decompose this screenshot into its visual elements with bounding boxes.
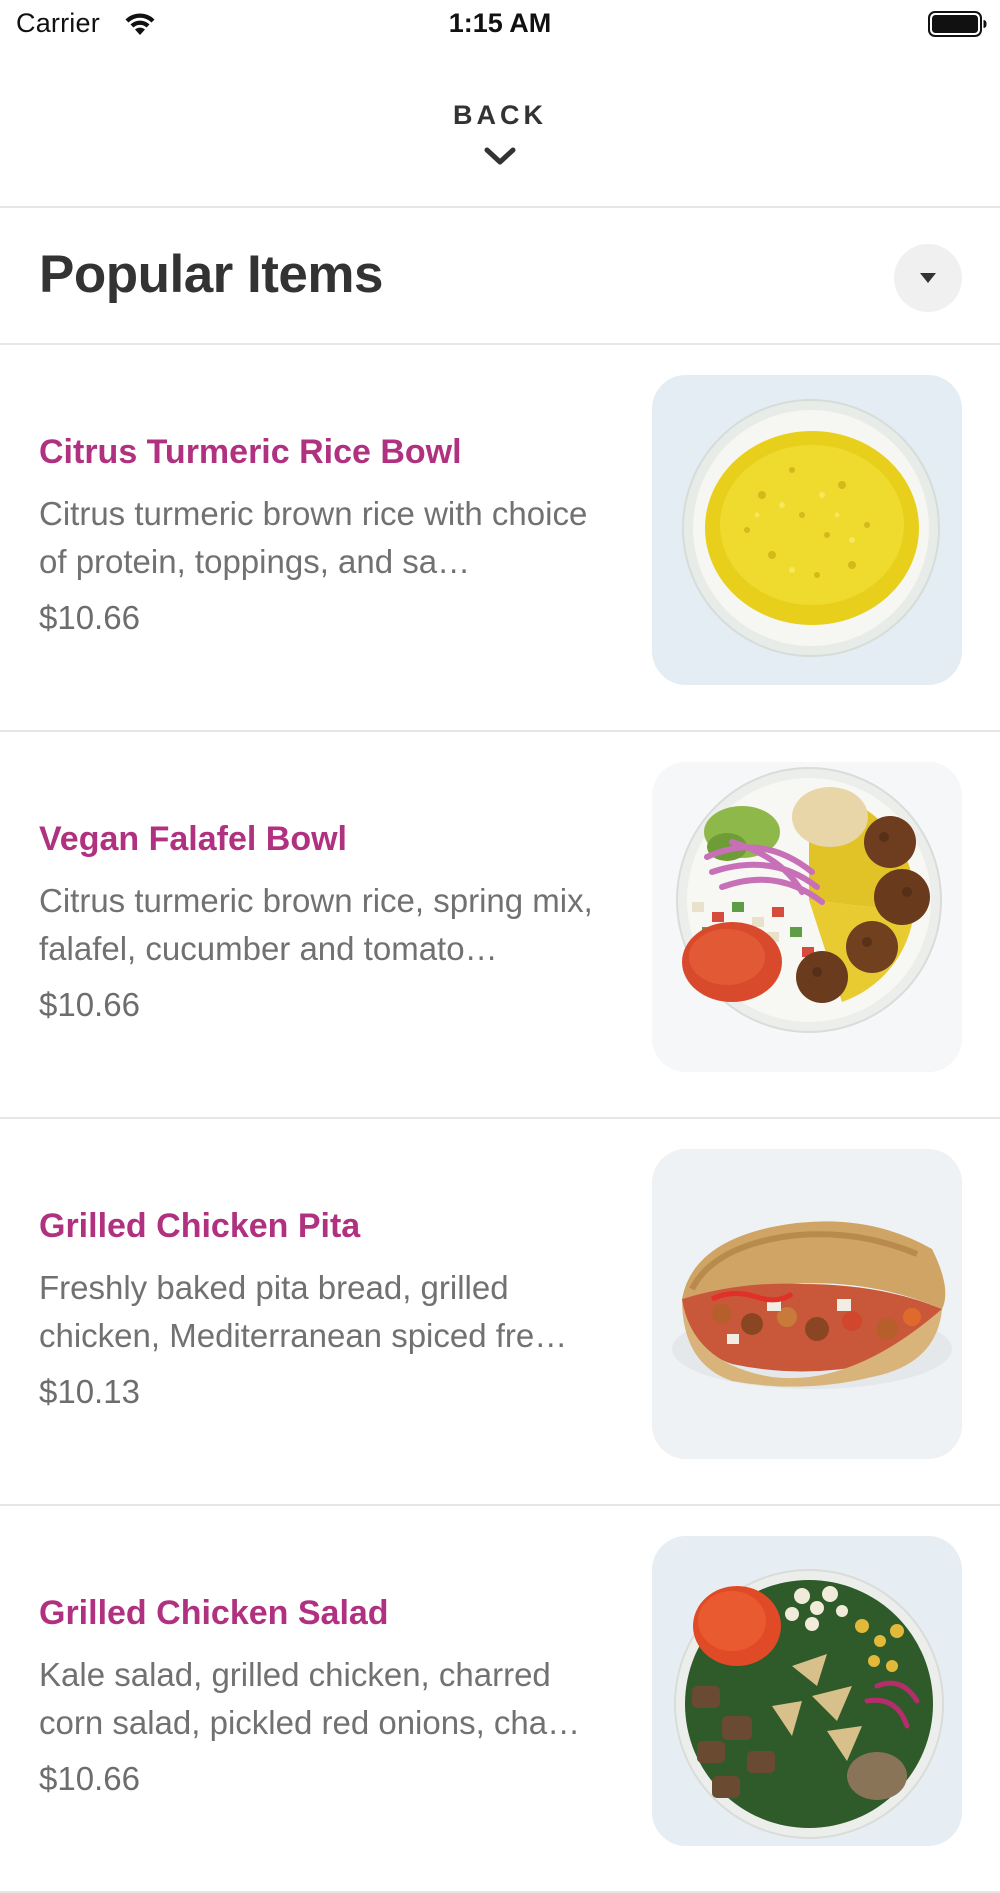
- item-name: Grilled Chicken Pita: [39, 1207, 361, 1245]
- menu-item[interactable]: Grilled Chicken Salad Kale salad, grille…: [0, 1506, 1000, 1893]
- clock: 1:15 AM: [448, 8, 552, 38]
- item-price: $10.13: [39, 1373, 140, 1410]
- item-price: $10.66: [39, 1760, 140, 1797]
- caret-down-icon: [920, 273, 936, 283]
- menu-item[interactable]: Vegan Falafel Bowl Citrus turmeric brown…: [0, 732, 1000, 1119]
- chicken-pita-photo[interactable]: [652, 1149, 962, 1459]
- item-price: $10.66: [39, 986, 140, 1023]
- item-description: Citrus turmeric brown rice, spring mix, …: [39, 882, 593, 967]
- battery-icon: [928, 11, 987, 37]
- falafel-bowl-photo[interactable]: [652, 762, 962, 1072]
- section-header: Popular Items: [0, 208, 1000, 345]
- item-description: Freshly baked pita bread, grilled chicke…: [39, 1269, 568, 1354]
- status-bar: Carrier 1:15 AM: [0, 0, 1000, 52]
- item-price: $10.66: [39, 599, 140, 636]
- item-name: Grilled Chicken Salad: [39, 1594, 389, 1632]
- item-text: Citrus Turmeric Rice Bowl Citrus turmeri…: [39, 430, 619, 642]
- chicken-salad-photo[interactable]: [652, 1536, 962, 1846]
- back-header[interactable]: BACK: [0, 52, 1000, 208]
- item-text: Grilled Chicken Pita Freshly baked pita …: [39, 1204, 619, 1416]
- section-collapse-button[interactable]: [894, 244, 962, 312]
- item-description: Citrus turmeric brown rice with choice o…: [39, 495, 588, 580]
- item-name: Citrus Turmeric Rice Bowl: [39, 433, 462, 471]
- item-name: Vegan Falafel Bowl: [39, 820, 347, 858]
- menu-list: Citrus Turmeric Rice Bowl Citrus turmeri…: [0, 345, 1000, 1893]
- item-text: Vegan Falafel Bowl Citrus turmeric brown…: [39, 817, 619, 1029]
- chevron-down-icon[interactable]: [484, 146, 516, 168]
- menu-item[interactable]: Citrus Turmeric Rice Bowl Citrus turmeri…: [0, 345, 1000, 732]
- menu-item[interactable]: Grilled Chicken Pita Freshly baked pita …: [0, 1119, 1000, 1506]
- item-text: Grilled Chicken Salad Kale salad, grille…: [39, 1591, 619, 1803]
- rice-bowl-photo[interactable]: [652, 375, 962, 685]
- section-title: Popular Items: [39, 245, 383, 304]
- item-description: Kale salad, grilled chicken, charred cor…: [39, 1656, 581, 1741]
- back-button[interactable]: BACK: [0, 100, 1000, 131]
